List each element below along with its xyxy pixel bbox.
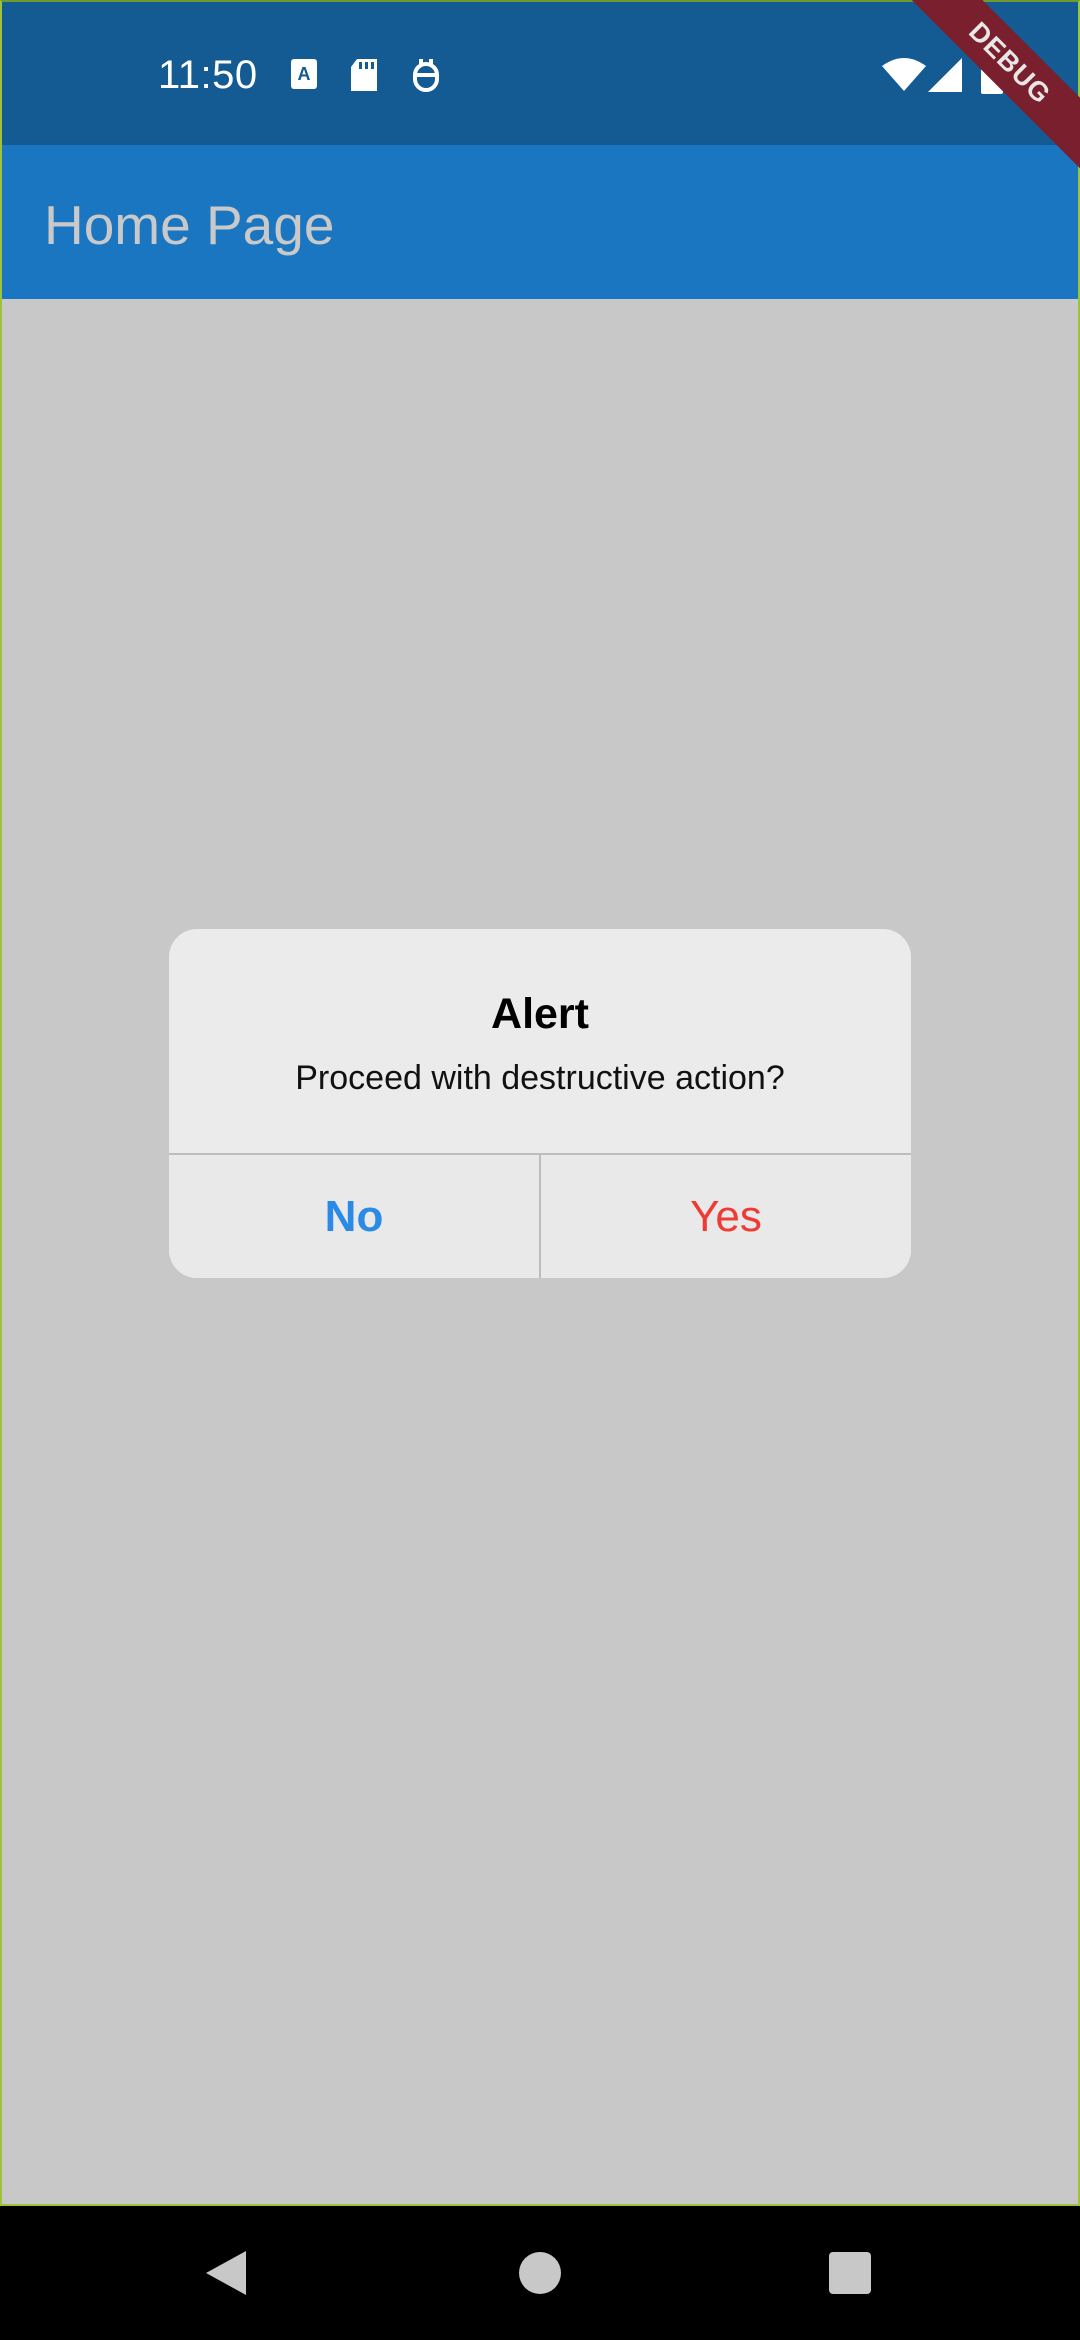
page-title: Home Page — [44, 194, 335, 256]
signal-icon — [928, 58, 962, 97]
debug-bug-icon — [411, 58, 441, 99]
sd-card-icon — [349, 58, 379, 97]
recents-icon[interactable] — [810, 2233, 890, 2313]
text-a-icon: A — [290, 58, 318, 95]
status-time: 11:50 — [158, 53, 258, 97]
back-icon[interactable] — [186, 2233, 266, 2313]
app-bar: Home Page — [0, 145, 1080, 299]
svg-text:A: A — [298, 64, 311, 84]
screen: 11:50 A Home Page Alert Proceed with des… — [0, 0, 1080, 2340]
navigation-bar — [0, 2206, 1080, 2340]
yes-button[interactable]: Yes — [541, 1155, 911, 1278]
no-button[interactable]: No — [169, 1155, 539, 1278]
status-bar: 11:50 A — [0, 0, 1080, 145]
home-icon[interactable] — [500, 2233, 580, 2313]
dialog-message: Proceed with destructive action? — [295, 1059, 785, 1097]
dialog-title: Alert — [491, 990, 589, 1038]
wifi-icon — [882, 58, 926, 97]
alert-dialog: Alert Proceed with destructive action? N… — [169, 929, 911, 1278]
